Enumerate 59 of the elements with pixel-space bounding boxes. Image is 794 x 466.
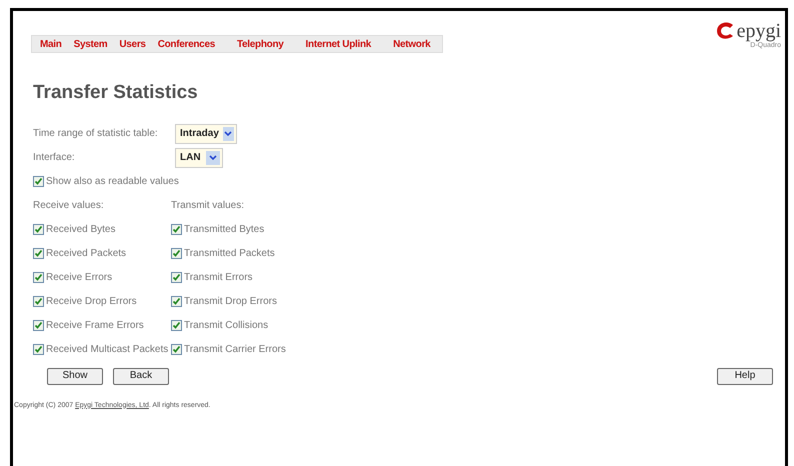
check-icon — [172, 249, 181, 258]
check-icon — [172, 297, 181, 306]
menu-item[interactable]: System — [74, 36, 108, 52]
checkbox-label: Transmit Errors — [184, 271, 253, 285]
form-button[interactable]: Back — [113, 368, 169, 384]
checkbox-label: Show also as readable values — [46, 175, 179, 189]
checkbox-label: Transmitted Packets — [184, 247, 275, 261]
dropdown[interactable]: Intraday — [175, 124, 237, 144]
check-icon — [34, 249, 43, 258]
check-icon — [172, 225, 181, 234]
check-icon — [172, 273, 181, 282]
dropdown-caret-icon — [206, 150, 220, 164]
check-icon — [34, 177, 43, 186]
check-icon — [34, 321, 43, 330]
checkbox-label: Receive Frame Errors — [46, 319, 144, 333]
checkbox-label: Received Multicast Packets — [46, 343, 168, 357]
group-heading: Receive values: — [33, 198, 105, 212]
checkbox[interactable] — [171, 224, 182, 235]
checkbox[interactable] — [171, 344, 182, 355]
menu-item[interactable]: Main — [40, 36, 62, 52]
checkbox-label: Received Bytes — [46, 223, 116, 237]
help-button[interactable]: Help — [717, 368, 773, 384]
menu-item[interactable]: Network — [393, 36, 430, 52]
check-icon — [34, 297, 43, 306]
menu-item[interactable]: Users — [119, 36, 146, 52]
checkbox-label: Transmit Collisions — [184, 319, 268, 333]
field-label: Time range of statistic table: — [33, 127, 159, 141]
checkbox[interactable] — [171, 296, 182, 307]
menu-item[interactable]: Internet Uplink — [306, 36, 372, 52]
checkbox[interactable] — [171, 272, 182, 283]
checkbox-label: Receive Drop Errors — [46, 295, 137, 309]
group-heading: Transmit values: — [171, 198, 245, 212]
dropdown[interactable]: LAN — [175, 148, 223, 168]
checkbox[interactable] — [171, 248, 182, 259]
check-icon — [34, 273, 43, 282]
checkbox[interactable] — [33, 224, 44, 235]
page-title: Transfer Statistics — [33, 81, 199, 105]
logo-text: epygi — [736, 21, 781, 41]
checkbox[interactable] — [33, 320, 44, 331]
checkbox[interactable] — [33, 176, 44, 187]
dropdown-caret-icon — [222, 126, 234, 140]
checkbox[interactable] — [171, 320, 182, 331]
check-icon — [172, 345, 181, 354]
checkbox[interactable] — [33, 296, 44, 307]
checkbox[interactable] — [33, 344, 44, 355]
checkbox-label: Receive Errors — [46, 271, 112, 285]
form-button[interactable]: Show — [47, 368, 103, 384]
check-icon — [172, 321, 181, 330]
checkbox[interactable] — [33, 248, 44, 259]
checkbox-label: Transmitted Bytes — [184, 223, 264, 237]
menu-item[interactable]: Telephony — [236, 36, 284, 52]
checkbox-label: Transmit Carrier Errors — [184, 343, 286, 357]
menu-item[interactable]: Conferences — [158, 36, 215, 52]
checkbox-label: Transmit Drop Errors — [184, 295, 277, 309]
check-icon — [34, 345, 43, 354]
field-label: Interface: — [33, 151, 76, 165]
checkbox[interactable] — [33, 272, 44, 283]
check-icon — [34, 225, 43, 234]
checkbox-label: Received Packets — [46, 247, 126, 261]
